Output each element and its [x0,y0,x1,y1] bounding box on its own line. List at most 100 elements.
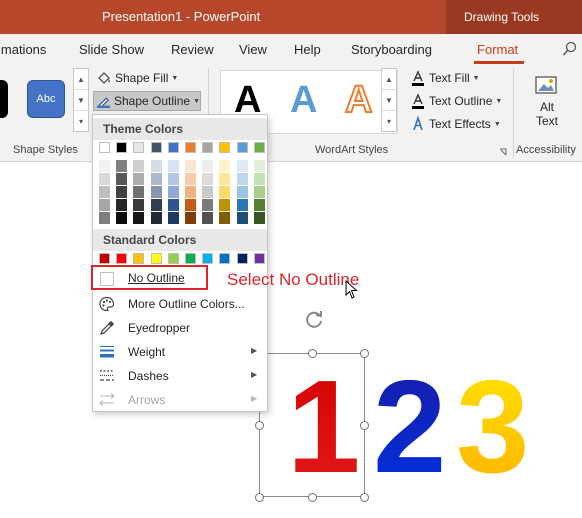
theme-color-shade-swatch[interactable] [202,212,214,224]
theme-color-shade-swatch[interactable] [253,199,265,211]
theme-color-shade-swatch[interactable] [202,186,214,198]
text-effects-button[interactable]: Text Effects ▼ [410,114,501,134]
theme-color-swatch[interactable] [219,142,231,153]
theme-color-shade-swatch[interactable] [167,212,179,224]
theme-color-shade-swatch[interactable] [167,199,179,211]
standard-color-swatch[interactable] [99,253,110,264]
theme-color-shade-swatch[interactable] [236,160,248,172]
theme-color-shade-swatch[interactable] [236,186,248,198]
theme-color-shade-swatch[interactable] [185,173,196,185]
wordart-gallery-scroll[interactable]: ▲ ▼ ▾ [381,68,397,132]
theme-color-shade-swatch[interactable] [167,160,179,172]
theme-color-shade-swatch[interactable] [116,186,128,198]
theme-color-swatch[interactable] [185,142,196,153]
standard-color-swatch[interactable] [236,253,248,264]
theme-color-shade-swatch[interactable] [150,212,162,224]
theme-color-shade-swatch[interactable] [133,186,145,198]
weight-item[interactable]: Weight ▶ [93,341,267,363]
theme-color-shade-swatch[interactable] [116,212,128,224]
theme-color-shade-swatch[interactable] [219,160,231,172]
theme-color-shade-swatch[interactable] [133,199,145,211]
theme-color-shade-swatch[interactable] [185,212,196,224]
theme-color-shade-swatch[interactable] [150,173,162,185]
theme-color-shade-swatch[interactable] [133,212,145,224]
search-icon[interactable] [562,41,578,57]
theme-color-shade-swatch[interactable] [116,160,128,172]
theme-color-shade-swatch[interactable] [167,173,179,185]
theme-color-shade-swatch[interactable] [185,160,196,172]
shape-style-dark[interactable] [0,80,8,118]
theme-color-shade-swatch[interactable] [236,212,248,224]
theme-color-shade-swatch[interactable] [150,199,162,211]
theme-color-shade-swatch[interactable] [202,160,214,172]
text-outline-button[interactable]: Text Outline ▼ [410,91,502,111]
theme-color-swatch[interactable] [150,142,162,153]
theme-color-shade-swatch[interactable] [219,173,231,185]
theme-color-swatch[interactable] [236,142,248,153]
tab-slide-show[interactable]: Slide Show [79,42,144,57]
standard-color-swatch[interactable] [150,253,162,264]
theme-color-shade-swatch[interactable] [167,186,179,198]
tab-review[interactable]: Review [171,42,214,57]
alt-text-button[interactable]: Alt Text [528,72,566,134]
theme-color-shade-swatch[interactable] [202,199,214,211]
resize-handle[interactable] [360,349,369,358]
eyedropper-item[interactable]: Eyedropper [93,317,267,339]
theme-color-swatch[interactable] [202,142,214,153]
standard-color-swatch[interactable] [167,253,179,264]
theme-color-swatch[interactable] [133,142,145,153]
dialog-launcher-icon[interactable] [499,148,507,156]
theme-color-shade-swatch[interactable] [133,173,145,185]
dashes-item[interactable]: Dashes ▶ [93,365,267,387]
standard-color-swatch[interactable] [219,253,231,264]
standard-color-swatch[interactable] [185,253,196,264]
theme-color-shade-swatch[interactable] [185,186,196,198]
arrows-item[interactable]: Arrows ▶ [93,389,267,411]
gallery-more-icon[interactable]: ▾ [74,111,88,132]
theme-color-shade-swatch[interactable] [236,173,248,185]
theme-color-shade-swatch[interactable] [253,186,265,198]
standard-color-swatch[interactable] [202,253,214,264]
theme-color-shade-swatch[interactable] [99,199,110,211]
theme-color-shade-swatch[interactable] [219,199,231,211]
tab-storyboarding[interactable]: Storyboarding [351,42,432,57]
shape-style-blue[interactable]: Abc [27,80,65,118]
shape-outline-button[interactable]: Shape Outline ▼ [93,91,201,111]
tab-view[interactable]: View [239,42,267,57]
theme-color-shade-swatch[interactable] [99,212,110,224]
tab-animations[interactable]: imations [0,42,46,57]
scroll-down-icon[interactable]: ▼ [382,90,396,111]
theme-color-shade-swatch[interactable] [219,186,231,198]
theme-color-swatch[interactable] [116,142,128,153]
standard-color-swatch[interactable] [116,253,128,264]
scroll-up-icon[interactable]: ▲ [74,69,88,90]
theme-color-shade-swatch[interactable] [99,160,110,172]
theme-color-shade-swatch[interactable] [253,212,265,224]
theme-color-shade-swatch[interactable] [185,199,196,211]
theme-color-shade-swatch[interactable] [99,186,110,198]
rotate-handle-icon[interactable] [302,307,326,331]
resize-handle[interactable] [308,349,317,358]
shape-fill-button[interactable]: Shape Fill ▼ [96,68,178,88]
more-outline-colors-item[interactable]: More Outline Colors... [93,293,267,315]
gallery-more-icon[interactable]: ▾ [382,111,396,132]
theme-color-shade-swatch[interactable] [150,160,162,172]
tab-format[interactable]: Format [477,42,518,57]
standard-color-swatch[interactable] [253,253,265,264]
wordart-style-blue[interactable]: A [290,79,317,122]
theme-color-shade-swatch[interactable] [116,173,128,185]
theme-color-shade-swatch[interactable] [202,173,214,185]
theme-color-swatch[interactable] [99,142,110,153]
theme-color-shade-swatch[interactable] [253,173,265,185]
theme-color-shade-swatch[interactable] [219,212,231,224]
theme-color-shade-swatch[interactable] [236,199,248,211]
theme-color-shade-swatch[interactable] [133,160,145,172]
theme-color-shade-swatch[interactable] [99,173,110,185]
standard-color-swatch[interactable] [133,253,145,264]
scroll-up-icon[interactable]: ▲ [382,69,396,90]
wordart-style-orange-outline[interactable]: A [344,78,373,122]
scroll-down-icon[interactable]: ▼ [74,90,88,111]
theme-color-shade-swatch[interactable] [150,186,162,198]
theme-color-shade-swatch[interactable] [253,160,265,172]
theme-color-swatch[interactable] [253,142,265,153]
